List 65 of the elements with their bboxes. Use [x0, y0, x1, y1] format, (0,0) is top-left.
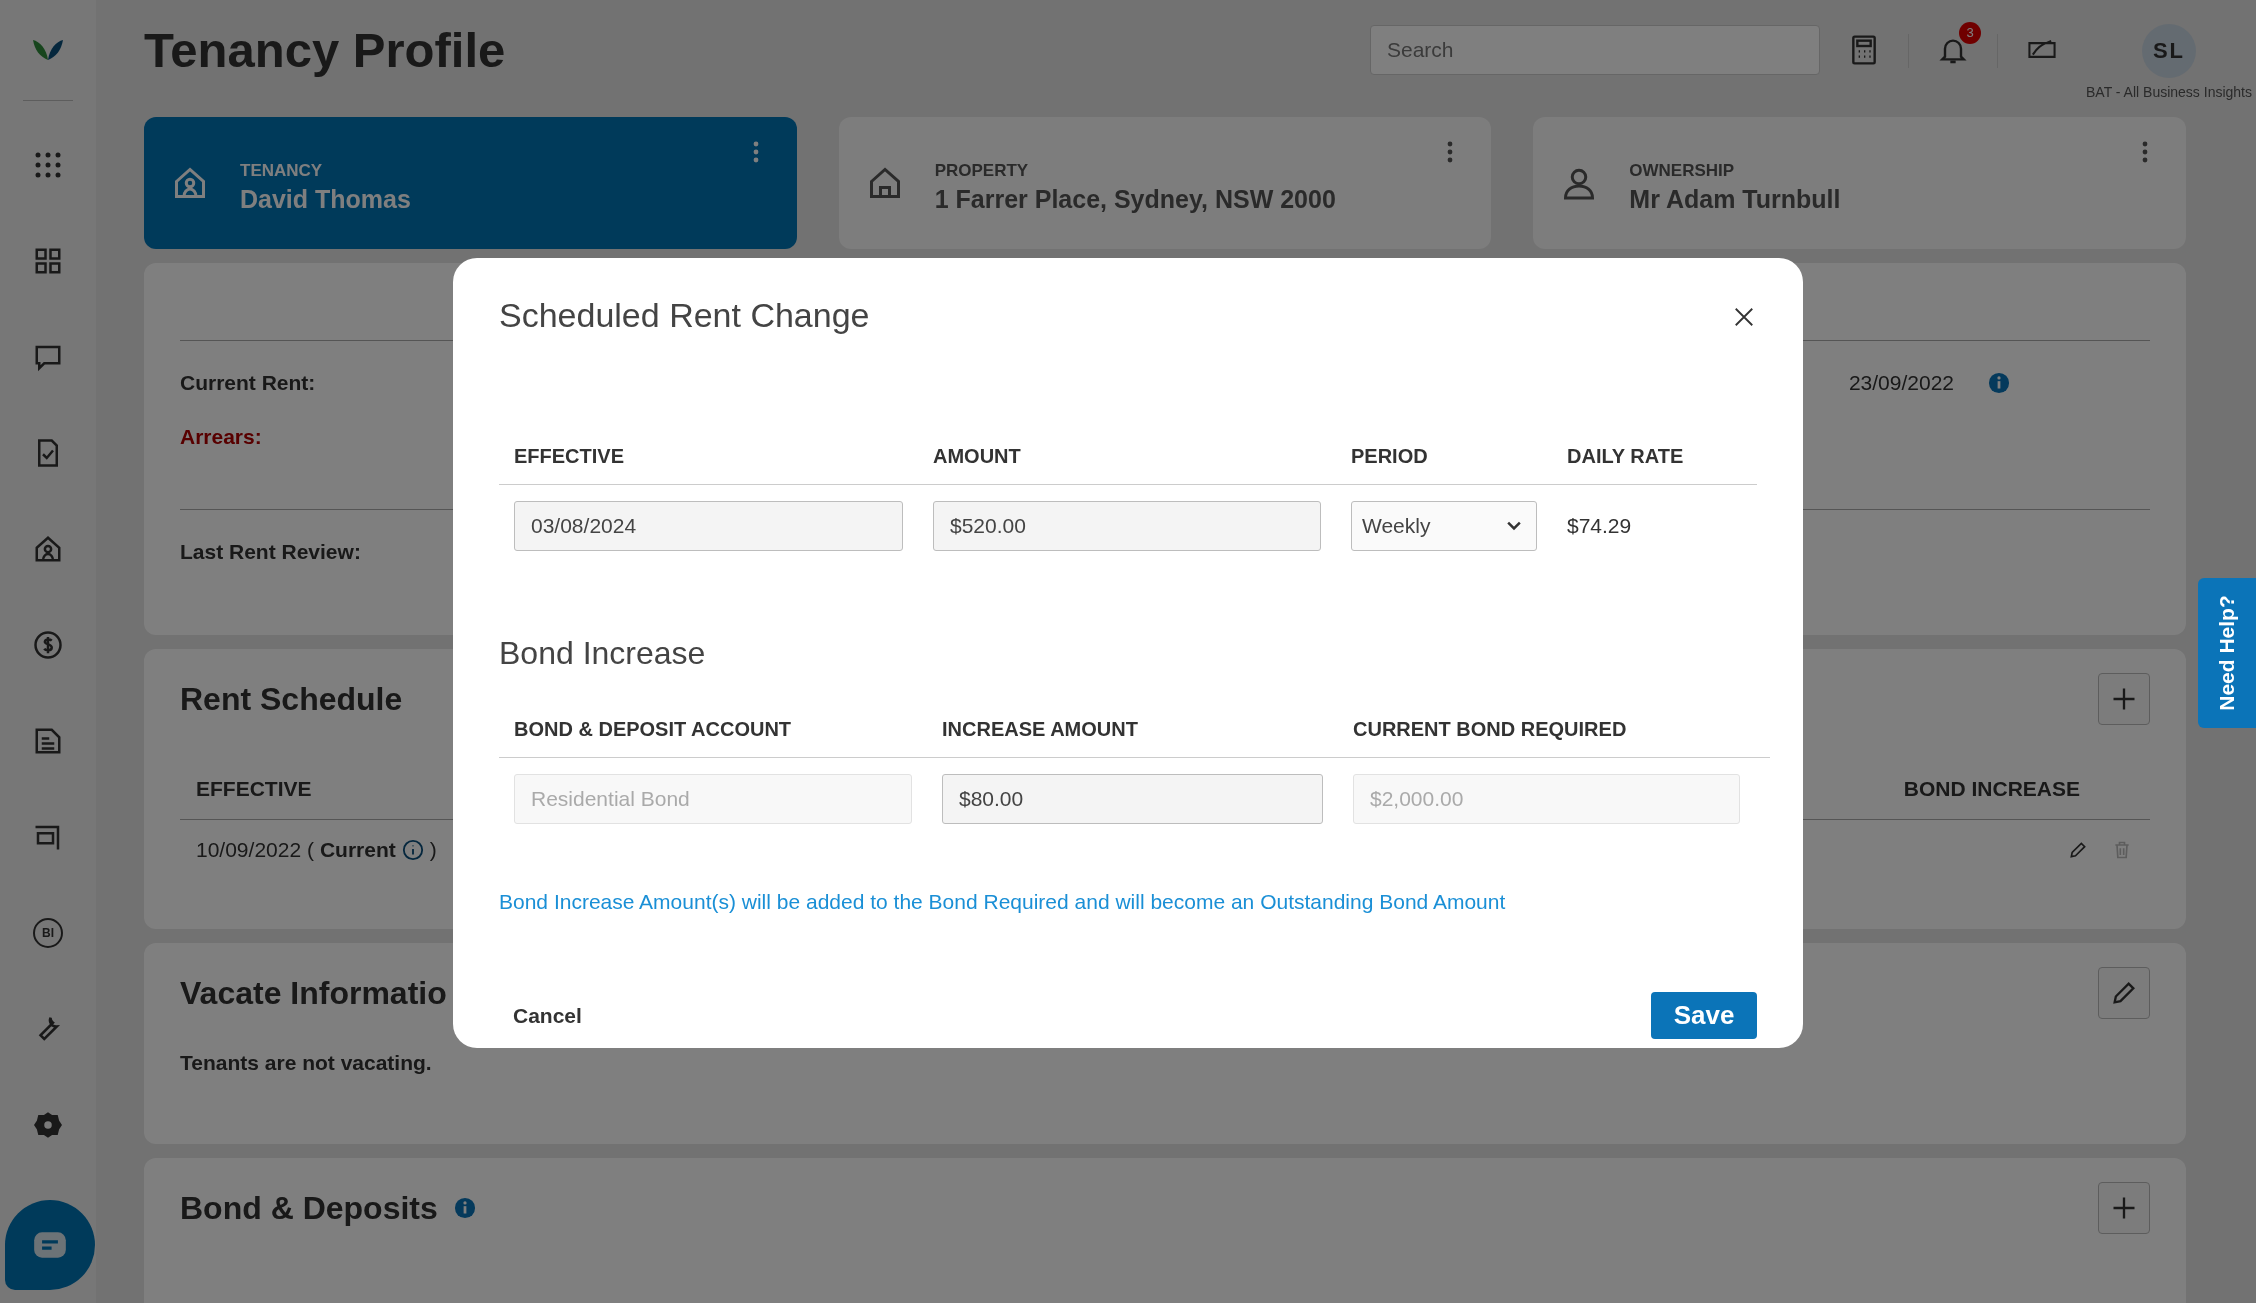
- info-icon[interactable]: [401, 839, 424, 861]
- column-header: INCREASE AMOUNT: [942, 718, 1139, 742]
- add-button[interactable]: [2098, 1182, 2150, 1234]
- bi-nav-button[interactable]: BI: [33, 918, 63, 948]
- edit-icon[interactable]: [2068, 840, 2088, 860]
- cancel-button[interactable]: Cancel: [499, 997, 596, 1034]
- more-options-icon[interactable]: [1447, 139, 1454, 165]
- column-header: EFFECTIVE: [514, 445, 625, 469]
- house-person-icon[interactable]: [33, 534, 63, 564]
- house-person-icon: [172, 165, 208, 201]
- column-header: EFFECTIVE: [196, 777, 312, 801]
- card-label: PROPERTY: [934, 160, 1030, 181]
- column-header: DAILY RATE: [1567, 445, 1685, 469]
- card-label: OWNERSHIP: [1629, 160, 1736, 181]
- field-label: Current Rent:: [180, 371, 316, 395]
- add-button[interactable]: [2098, 673, 2150, 725]
- more-options-icon[interactable]: [752, 139, 759, 165]
- column-header: BOND & DEPOSIT ACCOUNT: [514, 718, 793, 742]
- notification-count-badge: 3: [1959, 22, 1981, 44]
- section-title: Bond Increase: [499, 635, 707, 672]
- context-card[interactable]: TENANCY David Thomas: [144, 117, 797, 249]
- settings-icon[interactable]: [33, 1110, 63, 1140]
- section-title: Vacate Informatio: [180, 974, 447, 1012]
- column-header: BOND INCREASE: [1903, 777, 2080, 801]
- close-icon[interactable]: [1733, 306, 1755, 328]
- dialog-title: Scheduled Rent Change: [499, 296, 870, 335]
- status-label: Current: [319, 838, 396, 862]
- period-dropdown[interactable]: Weekly: [1351, 501, 1537, 551]
- column-header: AMOUNT: [933, 445, 1022, 469]
- info-icon[interactable]: [1988, 372, 2010, 394]
- section-title: Bond & Deposits: [180, 1189, 438, 1227]
- card-label: TENANCY: [240, 160, 324, 181]
- apps-grid-icon[interactable]: [33, 150, 63, 180]
- input-field[interactable]: $80.00: [942, 774, 1323, 824]
- dollar-coin-icon[interactable]: [33, 630, 63, 660]
- context-card[interactable]: OWNERSHIP Mr Adam Turnbull: [1533, 117, 2186, 249]
- review-date: 23/09/2022: [1848, 371, 1954, 395]
- user-avatar[interactable]: SL: [2142, 24, 2196, 78]
- input-field[interactable]: 03/08/2024: [514, 501, 903, 551]
- bond-info-note: Bond Increase Amount(s) will be added to the Bond Required and will become an Outstanding Bond Amount: [499, 890, 1507, 914]
- edit-button[interactable]: [2098, 967, 2150, 1019]
- page-title: Tenancy Profile: [144, 22, 507, 78]
- card-value: Mr Adam Turnbull: [1629, 184, 1842, 214]
- column-header: CURRENT BOND REQUIRED: [1353, 718, 1628, 742]
- column-header: PERIOD: [1351, 445, 1429, 469]
- document-lines-icon[interactable]: [33, 726, 63, 756]
- pencil-icon: [2110, 979, 2138, 1007]
- dashboard-icon[interactable]: [33, 246, 63, 276]
- effective-date: 10/09/2022 (: [196, 838, 314, 862]
- more-options-icon[interactable]: [2142, 139, 2148, 165]
- need-help-tab[interactable]: Need Help?: [2198, 578, 2256, 728]
- context-card[interactable]: PROPERTY 1 Farrer Place, Sydney, NSW 2000: [838, 117, 1492, 249]
- field-label: Arrears:: [180, 425, 262, 449]
- search-field[interactable]: Search: [1370, 25, 1820, 75]
- save-button[interactable]: Save: [1651, 992, 1757, 1039]
- closing-parenthesis: ): [429, 838, 437, 862]
- input-field[interactable]: $520.00: [933, 501, 1321, 551]
- vacate-status-text: Tenants are not vacating.: [180, 1051, 432, 1075]
- card-value: David Thomas: [240, 184, 412, 214]
- organization-name: BAT - All Business Insights: [2086, 84, 2252, 100]
- card-value: 1 Farrer Place, Sydney, NSW 2000: [934, 184, 1337, 214]
- section-title: Rent Schedule: [180, 680, 403, 718]
- field-label: Last Rent Review:: [180, 540, 361, 564]
- daily-rate-value: $74.29: [1567, 514, 1633, 538]
- info-icon[interactable]: [453, 1197, 476, 1219]
